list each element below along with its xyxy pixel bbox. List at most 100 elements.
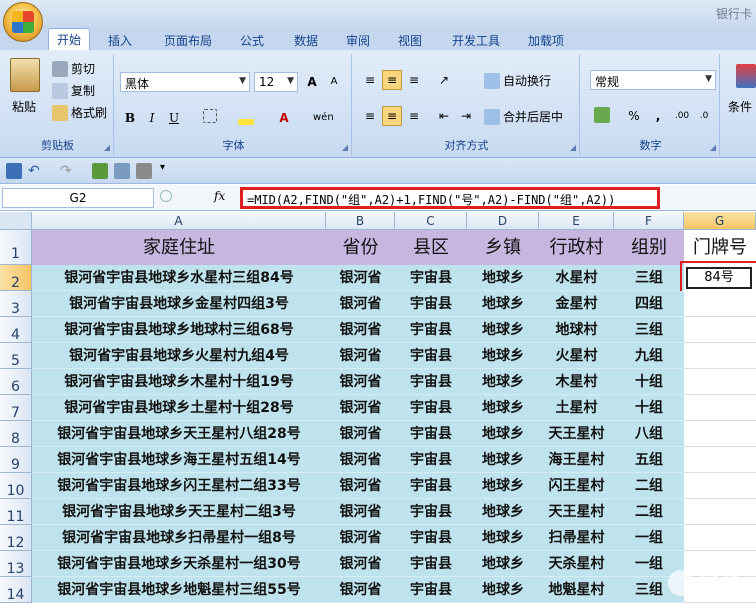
cell-village[interactable]: 天王星村 [539,421,614,447]
phonetic-button[interactable]: wén [312,108,334,128]
cell-address[interactable]: 银河省宇宙县地球乡木星村十组19号 [32,369,326,395]
row-header[interactable]: 10 [0,473,32,499]
selected-cell-g2[interactable]: 84号 [686,267,752,289]
formula-input[interactable]: =MID(A2,FIND("组",A2)+1,FIND("号",A2)-FIND… [240,187,660,209]
tab-developer[interactable]: 开发工具 [444,30,508,50]
header-house-number[interactable]: 门牌号 [684,230,756,265]
cell-township[interactable]: 地球乡 [467,525,539,551]
increase-decimal-button[interactable]: .00 [672,106,692,126]
cell-village[interactable]: 木星村 [539,369,614,395]
cell-village[interactable]: 扫帚星村 [539,525,614,551]
cell-township[interactable]: 地球乡 [467,577,539,603]
tab-review[interactable]: 审阅 [338,30,378,50]
formula-cancel-icon[interactable] [160,190,172,202]
cell-county[interactable]: 宇宙县 [395,473,467,499]
camera-icon[interactable] [136,163,152,179]
alignment-launcher-icon[interactable]: ◢ [570,143,576,152]
row-header[interactable]: 12 [0,525,32,551]
bold-button[interactable]: B [120,108,140,128]
cell-address[interactable]: 银河省宇宙县地球乡天杀星村一组30号 [32,551,326,577]
cell-address[interactable]: 银河省宇宙县地球乡闪王星村二组33号 [32,473,326,499]
tab-formulas[interactable]: 公式 [232,30,272,50]
row-header[interactable]: 6 [0,369,32,395]
borders-button[interactable] [200,108,220,128]
tab-view[interactable]: 视图 [390,30,430,50]
cell-township[interactable]: 地球乡 [467,369,539,395]
conditional-formatting-button[interactable]: 条件 [728,98,752,115]
cell-province[interactable]: 银河省 [326,343,395,369]
cell-county[interactable]: 宇宙县 [395,265,467,291]
cell-address[interactable]: 银河省宇宙县地球乡天王星村八组28号 [32,421,326,447]
font-name-combo[interactable]: 黑体 ▼ [120,72,250,92]
cell-county[interactable]: 宇宙县 [395,291,467,317]
cell-county[interactable]: 宇宙县 [395,395,467,421]
office-button[interactable] [3,2,43,42]
align-left-button[interactable]: ≡ [360,106,380,126]
header-province[interactable]: 省份 [326,230,395,265]
cell-province[interactable]: 银河省 [326,447,395,473]
wrap-text-button[interactable]: 自动换行 [484,72,551,89]
merge-center-button[interactable]: 合并后居中 [484,108,563,125]
row-header[interactable]: 14 [0,577,32,603]
select-all-corner[interactable] [0,212,32,230]
header-group[interactable]: 组别 [614,230,684,265]
cell-county[interactable]: 宇宙县 [395,369,467,395]
cell-village[interactable]: 地球村 [539,317,614,343]
column-header-e[interactable]: E [539,212,614,230]
percent-button[interactable]: % [624,106,644,126]
cell-village[interactable]: 闪王星村 [539,473,614,499]
cell-group[interactable]: 三组 [614,317,684,343]
cell-county[interactable]: 宇宙县 [395,499,467,525]
cell-group[interactable]: 十组 [614,369,684,395]
cell-village[interactable]: 土星村 [539,395,614,421]
row-header[interactable]: 7 [0,395,32,421]
cell-house-number[interactable] [684,499,756,525]
tab-data[interactable]: 数据 [286,30,326,50]
cell-house-number[interactable] [684,291,756,317]
header-township[interactable]: 乡镇 [467,230,539,265]
cell-address[interactable]: 银河省宇宙县地球乡地魁星村三组55号 [32,577,326,603]
format-painter-button[interactable]: 格式刷 [52,104,107,121]
font-launcher-icon[interactable]: ◢ [342,143,348,152]
cell-group[interactable]: 三组 [614,265,684,291]
column-header-f[interactable]: F [614,212,684,230]
row-header[interactable]: 3 [0,291,32,317]
row-header[interactable]: 13 [0,551,32,577]
cell-township[interactable]: 地球乡 [467,421,539,447]
customize-qat-icon[interactable]: ▾ [160,162,165,173]
name-box[interactable]: G2 [2,188,154,208]
shrink-font-button[interactable]: A [324,72,344,92]
cell-address[interactable]: 银河省宇宙县地球乡海王星村五组14号 [32,447,326,473]
number-launcher-icon[interactable]: ◢ [710,143,716,152]
comma-button[interactable]: , [648,106,668,126]
number-format-combo[interactable]: 常规 ▼ [590,70,716,90]
align-right-button[interactable]: ≡ [404,106,424,126]
row-header[interactable]: 4 [0,317,32,343]
cell-village[interactable]: 天杀星村 [539,551,614,577]
cell-group[interactable]: 九组 [614,343,684,369]
tab-insert[interactable]: 插入 [100,30,140,50]
cell-address[interactable]: 银河省宇宙县地球乡土星村十组28号 [32,395,326,421]
column-header-b[interactable]: B [326,212,395,230]
header-village[interactable]: 行政村 [539,230,614,265]
cell-township[interactable]: 地球乡 [467,343,539,369]
font-size-combo[interactable]: 12 ▼ [254,72,298,92]
header-county[interactable]: 县区 [395,230,467,265]
fill-color-button[interactable] [236,108,256,128]
row-header-1[interactable]: 1 [0,230,32,265]
cell-province[interactable]: 银河省 [326,369,395,395]
cell-group[interactable]: 八组 [614,421,684,447]
header-address[interactable]: 家庭住址 [32,230,326,265]
cell-village[interactable]: 金星村 [539,291,614,317]
cell-house-number[interactable] [684,473,756,499]
cell-group[interactable]: 二组 [614,499,684,525]
cell-province[interactable]: 银河省 [326,421,395,447]
save-icon[interactable] [6,163,22,179]
cell-county[interactable]: 宇宙县 [395,525,467,551]
cell-village[interactable]: 天王星村 [539,499,614,525]
cell-village[interactable]: 地魁星村 [539,577,614,603]
undo-icon[interactable]: ↶ [28,163,44,179]
cell-group[interactable]: 十组 [614,395,684,421]
cell-village[interactable]: 火星村 [539,343,614,369]
row-header[interactable]: 8 [0,421,32,447]
